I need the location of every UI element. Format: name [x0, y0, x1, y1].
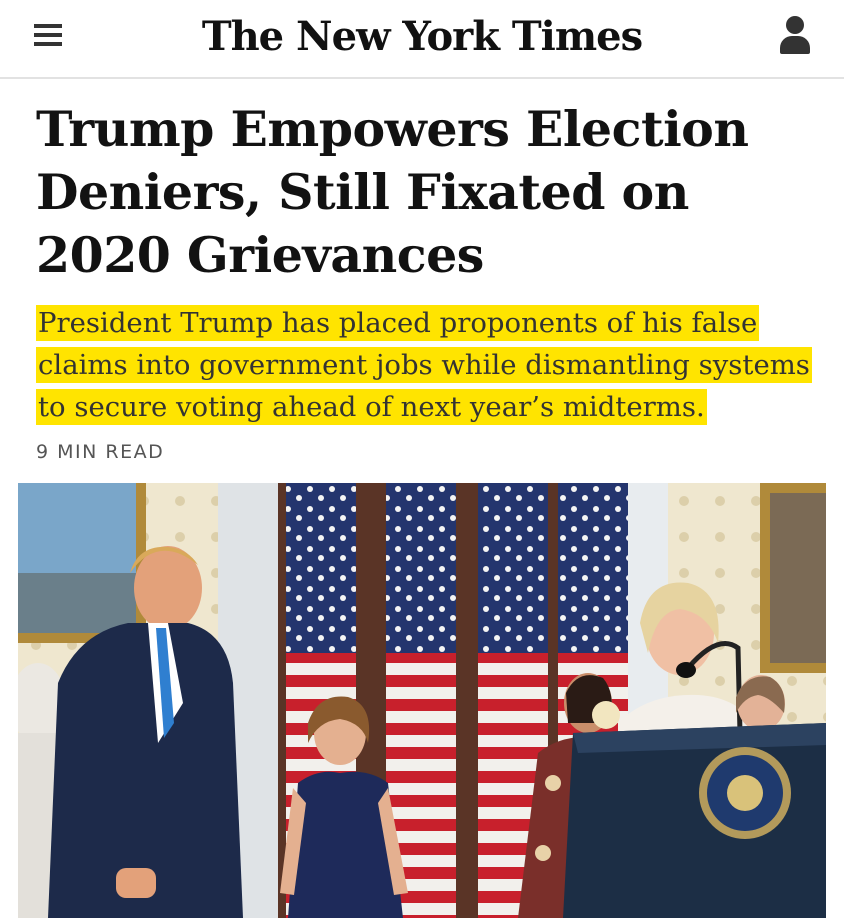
masthead-logo[interactable]: The New York Times	[0, 8, 844, 66]
article-headline: Trump Empowers Election Deniers, Still F…	[36, 100, 749, 284]
user-account-icon[interactable]	[778, 16, 812, 56]
top-navigation-bar: The New York Times	[0, 0, 844, 79]
read-time-label: 9 MIN READ	[36, 441, 165, 463]
photo-illustration	[18, 483, 826, 918]
article-lead-photo[interactable]	[18, 483, 826, 918]
article-summary: President Trump has placed proponents of…	[36, 302, 816, 428]
summary-highlight: President Trump has placed proponents of…	[36, 305, 812, 425]
